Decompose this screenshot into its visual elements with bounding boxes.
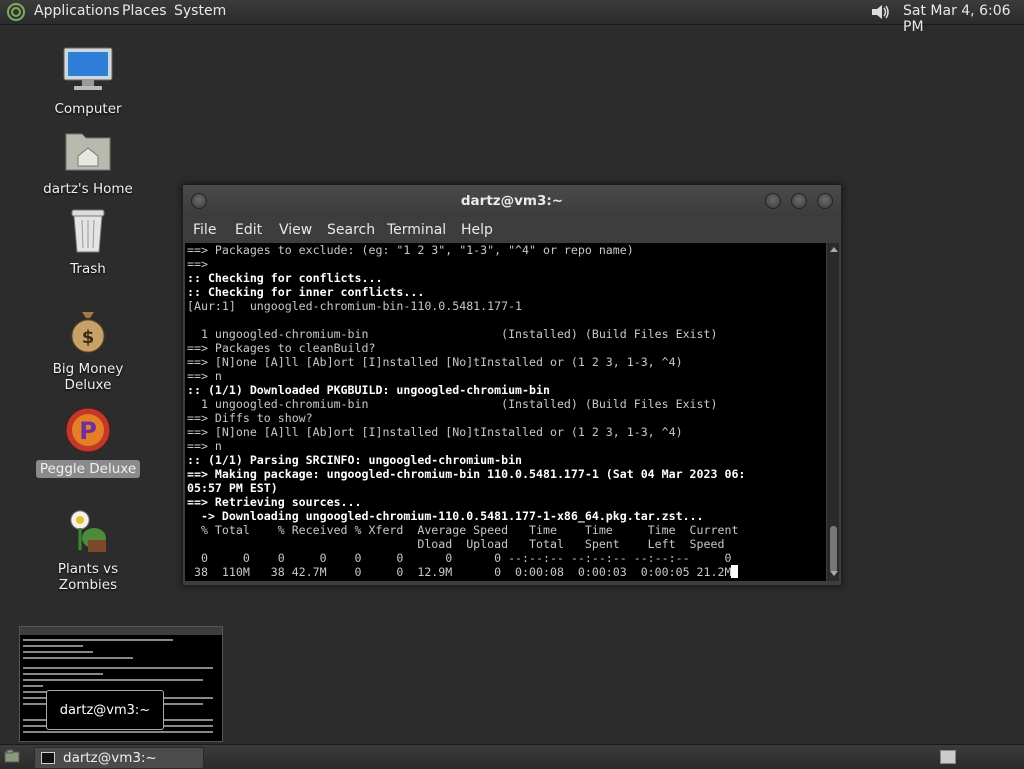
applications-menu-icon[interactable] [6, 2, 26, 22]
terminal-line: :: (1/1) Parsing SRCINFO: ungoogled-chro… [187, 453, 523, 467]
preview-line [23, 651, 93, 653]
terminal-line: ==> Making package: ungoogled-chromium-b… [187, 467, 746, 481]
terminal-line: 05:57 PM EST) [187, 481, 278, 495]
terminal-line: ==> [187, 257, 208, 271]
terminal-line: 38 110M 38 42.7M 0 0 12.9M 0 0:00:08 0:0… [187, 565, 739, 579]
desktop-icon-label: Trash [70, 261, 106, 277]
preview-line [23, 685, 43, 687]
desktop-icon-home[interactable]: dartz's Home [28, 126, 148, 198]
minimize-button[interactable] [765, 193, 781, 209]
desktop-icon-label: Plants vs Zombies [57, 561, 119, 593]
menu-terminal[interactable]: Terminal [387, 222, 446, 238]
menu-view[interactable]: View [279, 222, 312, 238]
scroll-up-arrow-icon[interactable] [830, 247, 838, 252]
desktop-icon-computer[interactable]: Computer [28, 46, 148, 118]
menu-file[interactable]: File [193, 222, 216, 238]
terminal-line: Dload Upload Total Spent Left Speed [187, 537, 725, 551]
terminal-menubar: File Edit View Search Terminal Help [183, 217, 841, 243]
preview-line [23, 679, 203, 681]
terminal-line: 1 ungoogled-chromium-bin (Installed) (Bu… [187, 397, 718, 411]
desktop-icon-label: dartz's Home [43, 181, 133, 197]
plants-vs-zombies-icon [70, 510, 106, 552]
terminal-line: :: (1/1) Downloaded PKGBUILD: ungoogled-… [187, 383, 550, 397]
desktop-icon-label: Computer [54, 101, 122, 117]
terminal-line: ==> n [187, 439, 222, 453]
preview-line [23, 645, 83, 647]
terminal-line: ==> n [187, 369, 222, 383]
window-preview-tooltip: dartz@vm3:~ [46, 690, 164, 730]
top-panel: Applications Places System Sat Mar 4, 6:… [0, 0, 1024, 35]
window-title: dartz@vm3:~ [460, 193, 564, 209]
volume-icon[interactable] [870, 2, 892, 22]
terminal-line: % Total % Received % Xferd Average Speed… [187, 523, 739, 537]
money-bag-icon: $ [71, 312, 105, 353]
terminal-line: ==> [N]one [A]ll [Ab]ort [I]nstalled [No… [187, 355, 683, 369]
text-cursor [731, 565, 739, 578]
svg-text:P: P [79, 417, 97, 445]
terminal-icon [41, 752, 55, 764]
system-menu[interactable]: System [174, 3, 226, 19]
menu-search[interactable]: Search [327, 222, 375, 238]
terminal-line: ==> Packages to exclude: (eg: "1 2 3", "… [187, 243, 634, 257]
trash-icon [71, 209, 105, 253]
applications-menu[interactable]: Applications [34, 3, 120, 19]
menu-edit[interactable]: Edit [235, 222, 262, 238]
preview-line [23, 639, 173, 641]
terminal-line: 0 0 0 0 0 0 0 0 --:--:-- --:--:-- --:--:… [187, 551, 732, 565]
terminal-line: 1 ungoogled-chromium-bin (Installed) (Bu… [187, 327, 718, 341]
workspace-switcher[interactable] [940, 750, 956, 764]
taskbar-button-label: dartz@vm3:~ [63, 750, 157, 766]
computer-icon [63, 47, 113, 90]
preview-line [23, 657, 133, 659]
home-folder-icon [65, 133, 111, 171]
terminal-line: -> Downloading ungoogled-chromium-110.0.… [187, 509, 704, 523]
maximize-button[interactable] [791, 193, 807, 209]
desktop-icon-pvz[interactable]: Plants vs Zombies [28, 506, 148, 594]
preview-line [23, 673, 103, 675]
desktop-icon-big-money[interactable]: $ Big Money Deluxe [28, 306, 148, 394]
desktop-icon-label: Peggle Deluxe [35, 460, 141, 478]
preview-line [23, 667, 213, 669]
preview-line [23, 731, 213, 733]
desktop-icon-trash[interactable]: Trash [28, 206, 148, 278]
terminal-line-text: 38 110M 38 42.7M 0 0 12.9M 0 0:00:08 0:0… [187, 565, 732, 579]
peggle-icon: P [65, 407, 111, 453]
show-desktop-icon[interactable] [4, 749, 20, 763]
preview-menubar [20, 627, 222, 635]
terminal-line: ==> Packages to cleanBuild? [187, 341, 376, 355]
clock[interactable]: Sat Mar 4, 6:06 PM [903, 3, 1024, 35]
menu-help[interactable]: Help [461, 222, 493, 238]
desktop-icon-peggle[interactable]: P Peggle Deluxe [28, 406, 148, 478]
scroll-down-arrow-icon[interactable] [830, 571, 838, 576]
scrollbar-thumb[interactable] [830, 526, 837, 572]
terminal-scrollbar[interactable] [827, 243, 839, 581]
tooltip-text: dartz@vm3:~ [59, 703, 151, 718]
terminal-line: ==> Retrieving sources... [187, 495, 362, 509]
svg-text:$: $ [82, 327, 95, 348]
terminal-line: :: Checking for inner conflicts... [187, 285, 425, 299]
terminal-line: :: Checking for conflicts... [187, 271, 383, 285]
terminal-output[interactable]: ==> Packages to exclude: (eg: "1 2 3", "… [185, 243, 826, 581]
taskbar-button-terminal[interactable]: dartz@vm3:~ [34, 747, 204, 769]
terminal-line: ==> Diffs to show? [187, 411, 313, 425]
places-menu[interactable]: Places [122, 3, 167, 19]
terminal-line: [Aur:1] ungoogled-chromium-bin-110.0.548… [187, 299, 523, 313]
bottom-panel: dartz@vm3:~ [0, 744, 1024, 769]
desktop-icon-label: Big Money Deluxe [52, 361, 124, 393]
close-button[interactable] [817, 193, 833, 209]
terminal-window[interactable]: dartz@vm3:~ File Edit View Search Termin… [182, 184, 842, 586]
title-bar[interactable]: dartz@vm3:~ [183, 185, 841, 217]
terminal-line: ==> [N]one [A]ll [Ab]ort [I]nstalled [No… [187, 425, 683, 439]
